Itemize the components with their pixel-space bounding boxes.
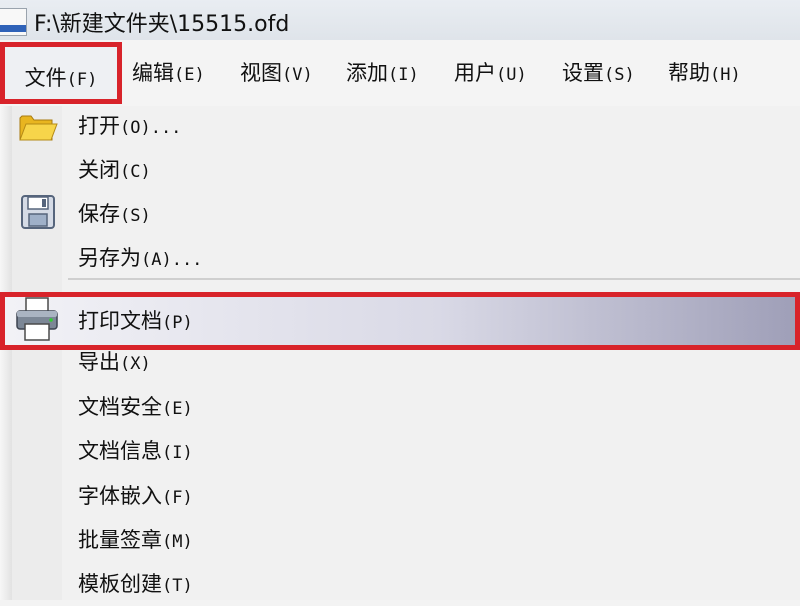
menu-view-label: 视图 bbox=[240, 61, 282, 85]
menu-item-open-label: 打开 bbox=[78, 114, 120, 138]
menu-item-doc-info-label: 文档信息 bbox=[78, 439, 162, 463]
menu-item-template-create-label: 模板创建 bbox=[78, 572, 162, 596]
menu-item-open[interactable]: 打开(O)... bbox=[78, 106, 181, 146]
menu-item-save-label: 保存 bbox=[78, 202, 120, 226]
menu-edit-label: 编辑 bbox=[132, 61, 174, 85]
folder-open-icon bbox=[19, 115, 58, 141]
menu-item-save-accel: (S) bbox=[120, 206, 151, 226]
window-title: F:\新建文件夹\15515.ofd bbox=[34, 12, 290, 37]
menu-item-template-create[interactable]: 模板创建(T) bbox=[78, 564, 193, 604]
menu-settings-accel: (S) bbox=[604, 65, 635, 85]
menu-item-batch-sign[interactable]: 批量签章(M) bbox=[78, 520, 193, 560]
menu-item-export-accel: (X) bbox=[120, 354, 151, 374]
save-icon bbox=[21, 195, 55, 229]
menu-view-accel: (V) bbox=[282, 65, 313, 85]
menu-add-accel: (I) bbox=[388, 65, 419, 85]
printer-icon bbox=[16, 297, 58, 341]
menu-item-open-accel: (O)... bbox=[120, 118, 182, 138]
menu-item-doc-info[interactable]: 文档信息(I) bbox=[78, 431, 193, 471]
menu-item-font-embed[interactable]: 字体嵌入(F) bbox=[78, 476, 193, 516]
menu-item-save-as-label: 另存为 bbox=[78, 246, 141, 270]
menu-item-font-embed-label: 字体嵌入 bbox=[78, 484, 162, 508]
menu-item-doc-security-accel: (E) bbox=[162, 399, 193, 419]
menu-item-print[interactable]: 打印文档(P) bbox=[78, 301, 193, 341]
menu-item-doc-security[interactable]: 文档安全(E) bbox=[78, 387, 193, 427]
menu-item-export[interactable]: 导出(X) bbox=[78, 342, 151, 382]
menu-item-font-embed-accel: (F) bbox=[162, 488, 193, 508]
menu-item-print-label: 打印文档 bbox=[78, 309, 162, 333]
menu-item-save-as[interactable]: 另存为(A)... bbox=[78, 238, 202, 278]
menu-view[interactable]: 视图(V) bbox=[240, 56, 313, 90]
menu-settings[interactable]: 设置(S) bbox=[562, 56, 635, 90]
menu-item-batch-sign-label: 批量签章 bbox=[78, 528, 162, 552]
menu-help-accel: (H) bbox=[710, 65, 741, 85]
app-icon[interactable] bbox=[0, 8, 27, 36]
menu-file[interactable]: 文件(F) bbox=[0, 42, 122, 104]
menu-item-save[interactable]: 保存(S) bbox=[78, 194, 151, 234]
menu-item-save-as-accel: (A)... bbox=[141, 250, 203, 270]
menu-user-accel: (U) bbox=[496, 65, 527, 85]
menu-edit-accel: (E) bbox=[174, 65, 205, 85]
menu-help-label: 帮助 bbox=[668, 61, 710, 85]
menu-add[interactable]: 添加(I) bbox=[346, 56, 419, 90]
menu-user-label: 用户 bbox=[454, 61, 496, 85]
menu-icon-gutter bbox=[12, 106, 62, 600]
menu-file-label: 文件 bbox=[24, 66, 67, 90]
menu-bar: 文件(F) 编辑(E) 视图(V) 添加(I) 用户(U) 设置(S) 帮助(H… bbox=[0, 40, 800, 107]
menu-file-accel: (F) bbox=[66, 70, 98, 90]
menu-settings-label: 设置 bbox=[562, 61, 604, 85]
menu-add-label: 添加 bbox=[346, 61, 388, 85]
menu-separator bbox=[68, 278, 800, 280]
menu-user[interactable]: 用户(U) bbox=[454, 56, 527, 90]
menu-help[interactable]: 帮助(H) bbox=[668, 56, 741, 90]
menu-item-template-create-accel: (T) bbox=[162, 576, 193, 596]
file-menu-dropdown: 打开(O)... 关闭(C) 保存(S) 另存为(A)... 打印文档(P) 导… bbox=[0, 106, 800, 600]
menu-item-batch-sign-accel: (M) bbox=[162, 532, 193, 552]
menu-item-doc-security-label: 文档安全 bbox=[78, 395, 162, 419]
menu-item-close[interactable]: 关闭(C) bbox=[78, 150, 151, 190]
menu-item-export-label: 导出 bbox=[78, 350, 120, 374]
menu-item-close-accel: (C) bbox=[120, 162, 151, 182]
title-bar: F:\新建文件夹\15515.ofd bbox=[0, 0, 800, 41]
menu-item-close-label: 关闭 bbox=[78, 158, 120, 182]
menu-item-doc-info-accel: (I) bbox=[162, 443, 193, 463]
menu-item-print-accel: (P) bbox=[162, 313, 193, 333]
menu-edit[interactable]: 编辑(E) bbox=[132, 56, 205, 90]
